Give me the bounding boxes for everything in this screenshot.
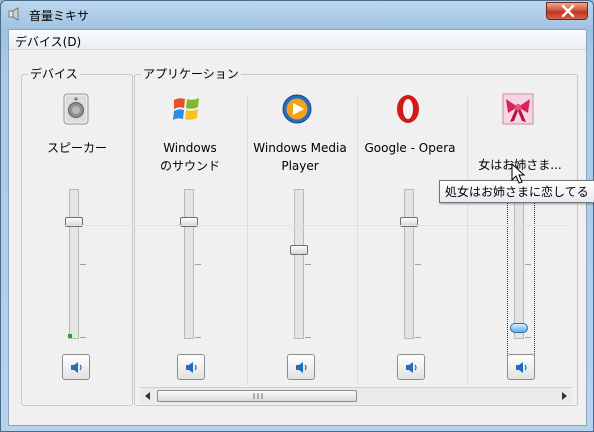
window-title: 音量ミキサ <box>29 9 90 23</box>
device-group: デバイス スピーカー <box>21 67 133 406</box>
speaker-mute-icon <box>516 362 527 373</box>
speaker-mute-icon <box>296 362 307 373</box>
speaker-icon <box>8 7 19 21</box>
level-guide-line <box>61 225 571 226</box>
slider-tick <box>415 337 421 338</box>
slider-tick <box>195 337 201 338</box>
grip-icon <box>253 393 263 399</box>
close-icon <box>561 5 575 17</box>
device-name: スピーカー <box>22 139 132 157</box>
windows-sounds-volume-slider[interactable] <box>184 189 194 339</box>
volume-mixer-window: 音量ミキサ デバイス(D) デバイス スピーカー アプリケーション Window… <box>0 0 594 432</box>
opera-icon <box>397 95 419 123</box>
device-group-label: デバイス <box>28 67 80 81</box>
applications-group: アプリケーション Windows のサウンド Windows Media Pla… <box>134 67 578 406</box>
close-button[interactable] <box>546 2 588 20</box>
slider-tick <box>525 337 531 338</box>
slider-tick <box>80 337 86 338</box>
slider-tick <box>305 264 311 265</box>
app-name-opera: Google - Opera <box>355 139 465 157</box>
media-player-icon <box>282 94 312 124</box>
device-mute-button[interactable] <box>62 354 90 380</box>
media-player-volume-slider[interactable] <box>294 189 304 339</box>
windows-sounds-mute-button[interactable] <box>177 354 205 380</box>
device-name-text: スピーカー <box>46 141 107 155</box>
scroll-right-arrow[interactable] <box>562 392 567 400</box>
app-name-line: Windows <box>163 141 217 155</box>
speaker-device-icon <box>63 93 89 125</box>
device-volume-slider[interactable] <box>69 189 79 339</box>
app-name-line: のサウンド <box>159 159 220 173</box>
applications-horizontal-scrollbar[interactable] <box>140 387 572 404</box>
menu-device[interactable]: デバイス(D) <box>15 33 81 50</box>
speaker-mute-icon <box>71 362 82 373</box>
applications-group-label: アプリケーション <box>141 67 241 81</box>
app-name-line: Windows Media <box>253 141 347 155</box>
volume-slider-thumb[interactable] <box>510 323 528 334</box>
device-peak-meter <box>68 334 72 338</box>
app-name-line: Player <box>281 159 319 173</box>
game-mute-button[interactable] <box>507 354 535 380</box>
app-name-windows-sounds: Windows のサウンド <box>135 139 245 175</box>
app-name-line: Google - Opera <box>364 141 456 155</box>
game-volume-slider[interactable] <box>514 189 524 339</box>
opera-volume-slider[interactable] <box>404 189 414 339</box>
mixer-client-area: デバイス(D) デバイス スピーカー アプリケーション Windows のサウン… <box>8 29 587 426</box>
media-player-mute-button[interactable] <box>287 354 315 380</box>
scroll-left-arrow[interactable] <box>145 392 150 400</box>
menu-bar: デバイス(D) <box>9 30 586 50</box>
speaker-mute-icon <box>406 362 417 373</box>
slider-tick <box>415 264 421 265</box>
opera-mute-button[interactable] <box>397 354 425 380</box>
speaker-mute-icon <box>186 362 197 373</box>
title-bar[interactable]: 音量ミキサ <box>1 1 593 29</box>
slider-tick <box>525 264 531 265</box>
slider-tick <box>305 337 311 338</box>
slider-tick <box>195 264 201 265</box>
ribbon-app-icon <box>502 93 534 125</box>
app-name-media-player: Windows Media Player <box>245 139 355 175</box>
volume-slider-thumb[interactable] <box>290 245 308 255</box>
windows-flag-icon <box>173 98 199 120</box>
slider-tick <box>80 264 86 265</box>
column-divider <box>467 97 468 385</box>
scrollbar-thumb[interactable] <box>157 390 357 402</box>
mouse-cursor-icon <box>511 163 526 184</box>
